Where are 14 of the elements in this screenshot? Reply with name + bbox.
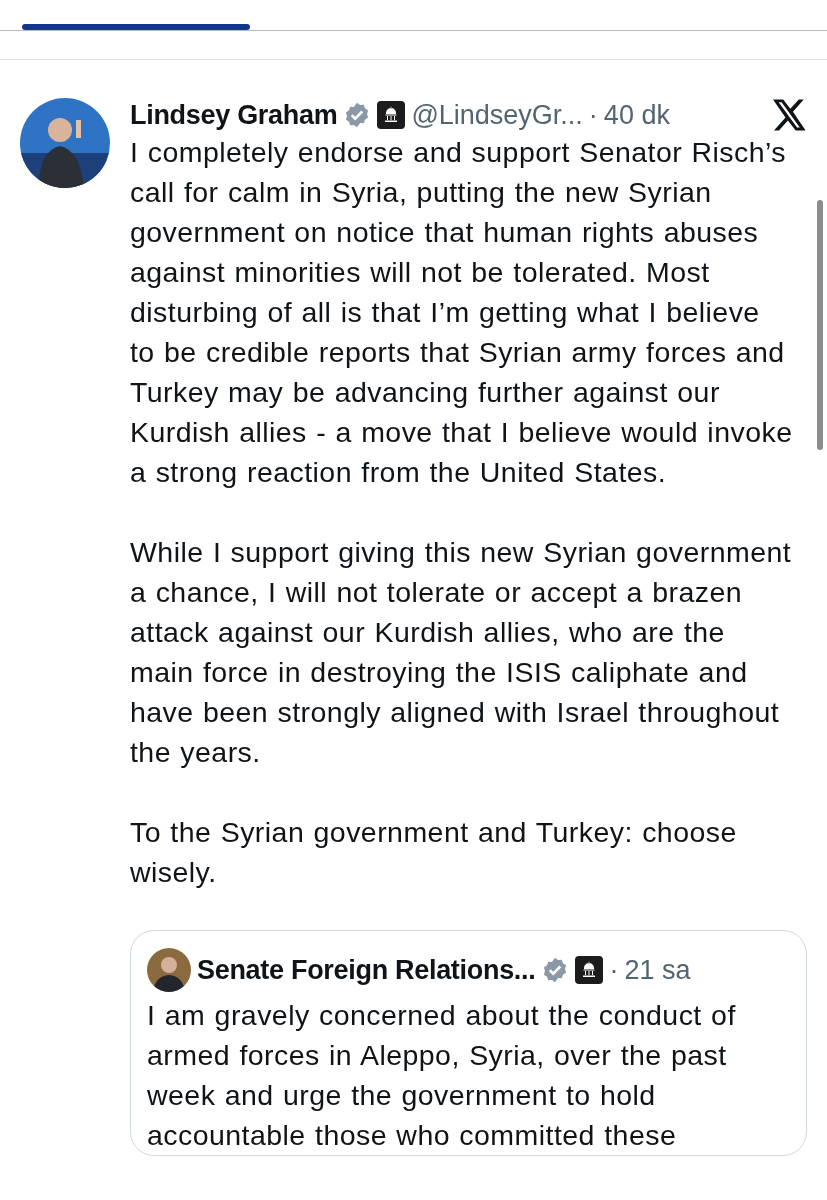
post-time[interactable]: 40 dk	[603, 99, 670, 131]
author-name[interactable]: Senate Foreign Relations...	[197, 954, 536, 986]
quoted-text: I am gravely concerned about the conduct of armed forces in Aleppo, Syria, over the past week and urge the government to hold accountable those who committed these	[147, 998, 737, 1153]
author-handle[interactable]: @LindseyGr...	[411, 99, 583, 131]
x-logo-icon[interactable]	[773, 99, 807, 131]
avatar[interactable]	[147, 948, 191, 992]
post-text: While I support giving this new Syrian government a chance, I will not tolerate or accept a brazen attack against our Kurdish allies, who are the main force in destroying the ISIS caliphate and have been strongly aligned with Israel throughout the years.	[130, 535, 793, 770]
separator: ·	[588, 99, 598, 131]
post-text: To the Syrian government and Turkey: choose wisely.	[130, 815, 738, 890]
quoted-post[interactable]: Senate Foreign Relations... · 21 sa I am gravely concerned about the conduct of armed forces in Aleppo, Syria, over the past week and urge the government to hold accountable those who committed these	[130, 930, 807, 1156]
author-name[interactable]: Lindsey Graham	[130, 99, 338, 131]
post-time[interactable]: 21 sa	[624, 954, 691, 986]
separator: ·	[609, 954, 619, 986]
post-text: I completely endorse and support Senator Risch’s call for calm in Syria, putting the new Syrian government on notice that human rights abuses against minorities will not be tolerated. Most disturbing of all is that I’m getting what I believe to be credible reports that Syrian army forces and Turkey may be advancing further against our Kurdish allies - a move that I believe would invoke a strong reaction from the United States.	[130, 135, 793, 490]
